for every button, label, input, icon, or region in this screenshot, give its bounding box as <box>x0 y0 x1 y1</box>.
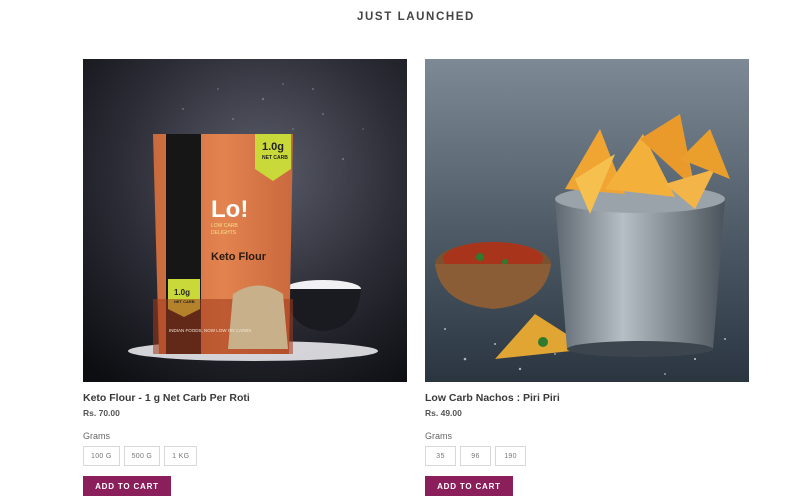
variant-options: 35 96 190 <box>425 446 749 466</box>
option-190[interactable]: 190 <box>495 446 526 466</box>
svg-text:NET CARB: NET CARB <box>262 155 288 161</box>
add-to-cart-button[interactable]: ADD TO CART <box>83 476 171 496</box>
svg-text:Keto Flour: Keto Flour <box>211 251 267 263</box>
product-image-nachos[interactable] <box>425 59 749 382</box>
product-price: Rs. 70.00 <box>83 408 120 418</box>
variant-options: 100 G 500 G 1 KG <box>83 446 407 466</box>
svg-text:INDIAN FOODS, NOW LOW ON CARBS: INDIAN FOODS, NOW LOW ON CARBS <box>169 328 251 333</box>
svg-text:1.0g: 1.0g <box>174 288 190 297</box>
svg-text:DELIGHTS: DELIGHTS <box>211 230 237 236</box>
svg-text:Lo!: Lo! <box>211 196 248 223</box>
variant-label: Grams <box>425 431 452 441</box>
option-500g[interactable]: 500 G <box>123 446 161 466</box>
product-card-keto-flour: Lo! LOW CARB DELIGHTS 1.0g NET CARB Keto… <box>83 59 407 496</box>
product-price: Rs. 49.00 <box>425 408 462 418</box>
product-card-nachos: Low Carb Nachos : Piri Piri Rs. 49.00 Gr… <box>425 59 749 496</box>
option-96[interactable]: 96 <box>460 446 491 466</box>
option-35[interactable]: 35 <box>425 446 456 466</box>
product-name[interactable]: Keto Flour - 1 g Net Carb Per Roti <box>83 392 407 404</box>
svg-text:1.0g: 1.0g <box>262 141 284 153</box>
option-100g[interactable]: 100 G <box>83 446 120 466</box>
product-name[interactable]: Low Carb Nachos : Piri Piri <box>425 392 749 404</box>
product-image-keto-flour[interactable]: Lo! LOW CARB DELIGHTS 1.0g NET CARB Keto… <box>83 59 407 382</box>
variant-label: Grams <box>83 431 110 441</box>
svg-text:LOW CARB: LOW CARB <box>211 223 238 229</box>
option-1kg[interactable]: 1 KG <box>164 446 198 466</box>
add-to-cart-button[interactable]: ADD TO CART <box>425 476 513 496</box>
svg-text:NET CARB: NET CARB <box>174 299 195 304</box>
section-title: JUST LAUNCHED <box>357 11 475 23</box>
